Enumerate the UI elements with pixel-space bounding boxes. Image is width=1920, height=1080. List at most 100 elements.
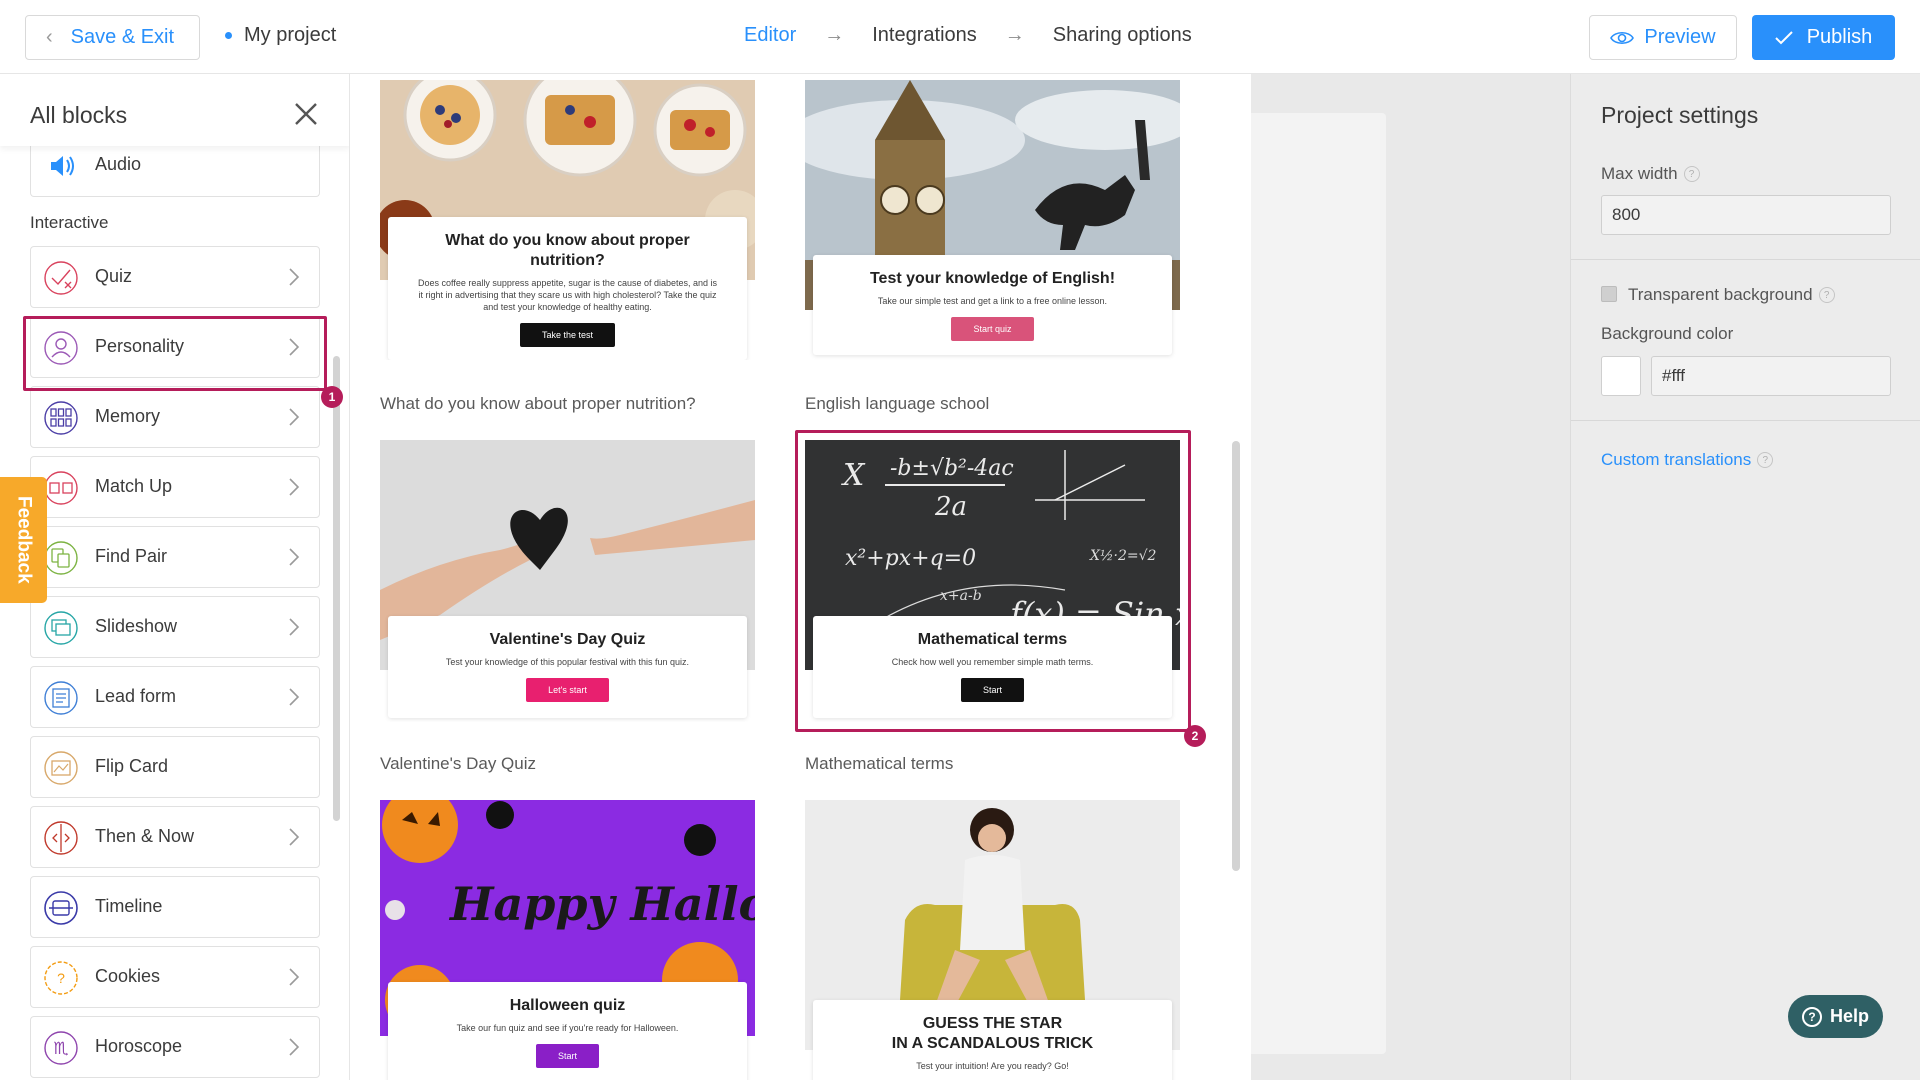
sidebar-title: All blocks xyxy=(30,102,128,128)
block-item-match-up[interactable]: Match Up xyxy=(30,456,320,518)
checkmark-icon xyxy=(1774,30,1793,44)
template-card-math[interactable]: X -b±√b²-4ac 2a x²+px+q=0 x+a-b f(x) = S… xyxy=(805,440,1180,722)
arrow-right-icon: → xyxy=(1004,24,1025,46)
transparent-background-text: Transparent background xyxy=(1628,285,1813,304)
block-label: Match Up xyxy=(95,476,173,496)
background-color-text: Background color xyxy=(1601,324,1734,343)
block-label: Lead form xyxy=(95,686,177,706)
svg-text:x²+px+q=0: x²+px+q=0 xyxy=(845,546,976,571)
chevron-right-icon xyxy=(289,688,300,706)
template-card-button[interactable]: Let's start xyxy=(526,678,609,702)
project-name-label: My project xyxy=(244,24,337,46)
lead-form-icon xyxy=(44,681,78,715)
help-question-icon[interactable]: ? xyxy=(1683,166,1700,182)
chevron-left-icon: ‹ xyxy=(46,26,53,48)
template-card-description: Test your knowledge of this popular fest… xyxy=(445,657,690,667)
step-sharing-options[interactable]: Sharing options xyxy=(1053,24,1192,47)
template-card-valentine[interactable]: Valentine's Day Quiz Test your knowledge… xyxy=(380,440,755,722)
background-color-swatch[interactable] xyxy=(1601,356,1641,396)
block-item-lead-form[interactable]: Lead form xyxy=(30,666,320,728)
halloween-text: Happy Halloween xyxy=(448,877,755,931)
block-item-horoscope[interactable]: ♏ Horoscope xyxy=(30,1016,320,1078)
block-label: Find Pair xyxy=(95,546,168,566)
step-editor[interactable]: Editor xyxy=(744,24,796,47)
sidebar-header: All blocks xyxy=(0,74,349,146)
block-item-find-pair[interactable]: Find Pair xyxy=(30,526,320,588)
personality-icon xyxy=(44,331,78,365)
step-integrations[interactable]: Integrations xyxy=(872,24,977,47)
template-card-star[interactable]: GUESS THE STAR IN A SCANDALOUS TRICK Tes… xyxy=(805,800,1180,1080)
publish-label: Publish xyxy=(1806,26,1873,48)
background-color-label: Background color xyxy=(1601,324,1733,344)
speaker-icon xyxy=(51,156,74,176)
template-card-title: Mathematical terms xyxy=(917,631,1068,648)
block-label: Timeline xyxy=(95,896,163,916)
template-card-nutrition[interactable]: What do you know about proper nutrition?… xyxy=(380,80,755,360)
template-card-english[interactable]: Test your knowledge of English! Take our… xyxy=(805,80,1180,360)
block-item-quiz[interactable]: Quiz xyxy=(30,246,320,308)
svg-text:?: ? xyxy=(57,970,65,986)
block-label: Memory xyxy=(95,406,161,426)
max-width-input[interactable]: 800 xyxy=(1601,195,1891,235)
preview-button[interactable]: Preview xyxy=(1589,15,1737,60)
close-icon[interactable] xyxy=(290,98,322,130)
project-name[interactable]: My project xyxy=(225,24,336,47)
block-label: Horoscope xyxy=(95,1036,183,1056)
chevron-right-icon xyxy=(289,408,300,426)
template-card-content: GUESS THE STAR IN A SCANDALOUS TRICK Tes… xyxy=(813,1000,1172,1080)
template-card-title: Halloween quiz xyxy=(509,997,626,1014)
step-badge: 1 xyxy=(321,386,343,408)
sidebar-scrollbar[interactable] xyxy=(333,356,340,821)
template-card-content: Halloween quiz Take our fun quiz and see… xyxy=(388,982,747,1080)
template-card-description: Test your intuition! Are you ready? Go! xyxy=(916,1061,1069,1071)
chevron-right-icon xyxy=(289,968,300,986)
gallery-scrollbar[interactable] xyxy=(1232,441,1240,871)
template-card-title: Test your knowledge of English! xyxy=(869,270,1116,287)
transparent-background-label: Transparent background ? xyxy=(1628,285,1835,305)
template-card-button[interactable]: Start quiz xyxy=(951,317,1034,341)
find-pair-icon xyxy=(44,541,78,575)
template-card-content: Valentine's Day Quiz Test your knowledge… xyxy=(388,616,747,718)
template-caption: Valentine's Day Quiz xyxy=(380,754,537,773)
background-color-input[interactable]: #fff xyxy=(1651,356,1891,396)
divider xyxy=(1571,420,1920,421)
transparent-background-checkbox[interactable] xyxy=(1601,286,1617,302)
block-item-flip-card[interactable]: Flip Card xyxy=(30,736,320,798)
block-item-slideshow[interactable]: Slideshow xyxy=(30,596,320,658)
timeline-icon xyxy=(44,891,78,925)
help-question-icon[interactable]: ? xyxy=(1818,287,1835,303)
block-item-personality[interactable]: Personality xyxy=(30,316,320,378)
block-item-timeline[interactable]: Timeline xyxy=(30,876,320,938)
canvas-page-preview[interactable] xyxy=(1251,113,1386,1054)
max-width-label: Max width ? xyxy=(1601,164,1700,184)
template-card-title: GUESS THE STAR IN A SCANDALOUS TRICK xyxy=(891,1015,1094,1052)
svg-text:2a: 2a xyxy=(934,492,967,522)
feedback-label: Feedback xyxy=(13,496,35,584)
block-item-cookies[interactable]: ? Cookies xyxy=(30,946,320,1008)
status-dot-icon xyxy=(225,32,232,39)
save-exit-button[interactable]: ‹ Save & Exit xyxy=(25,15,200,60)
help-button[interactable]: ? Help xyxy=(1788,995,1883,1038)
template-card-button[interactable]: Start xyxy=(960,678,1024,702)
help-question-icon[interactable]: ? xyxy=(1757,452,1774,468)
template-card-halloween[interactable]: Happy Halloween Halloween quiz Take our … xyxy=(380,800,755,1080)
feedback-tab[interactable]: Feedback xyxy=(0,477,47,603)
template-card-description: Check how well you remember simple math … xyxy=(891,657,1094,667)
slideshow-icon xyxy=(44,611,78,645)
blocks-sidebar: Audio All blocks Interactive Quiz Person… xyxy=(0,74,350,1080)
block-item-memory[interactable]: Memory xyxy=(30,386,320,448)
template-card-content: Mathematical terms Check how well you re… xyxy=(813,616,1172,718)
project-settings-panel: Project settings Max width ? 800 Transpa… xyxy=(1570,74,1920,1080)
custom-translations-link[interactable]: Custom translations ? xyxy=(1601,450,1774,470)
template-card-button[interactable]: Take the test xyxy=(519,323,616,347)
then-now-icon xyxy=(44,821,78,855)
template-card-content: Test your knowledge of English! Take our… xyxy=(813,255,1172,355)
match-up-icon xyxy=(44,471,78,505)
block-item-then-now[interactable]: Then & Now xyxy=(30,806,320,868)
template-card-title: Valentine's Day Quiz xyxy=(489,631,646,648)
publish-button[interactable]: Publish xyxy=(1752,15,1895,60)
block-label: Then & Now xyxy=(95,826,195,846)
template-card-button[interactable]: Start xyxy=(535,1044,599,1068)
svg-text:X: X xyxy=(841,458,866,493)
template-card-content: What do you know about proper nutrition?… xyxy=(388,217,747,360)
